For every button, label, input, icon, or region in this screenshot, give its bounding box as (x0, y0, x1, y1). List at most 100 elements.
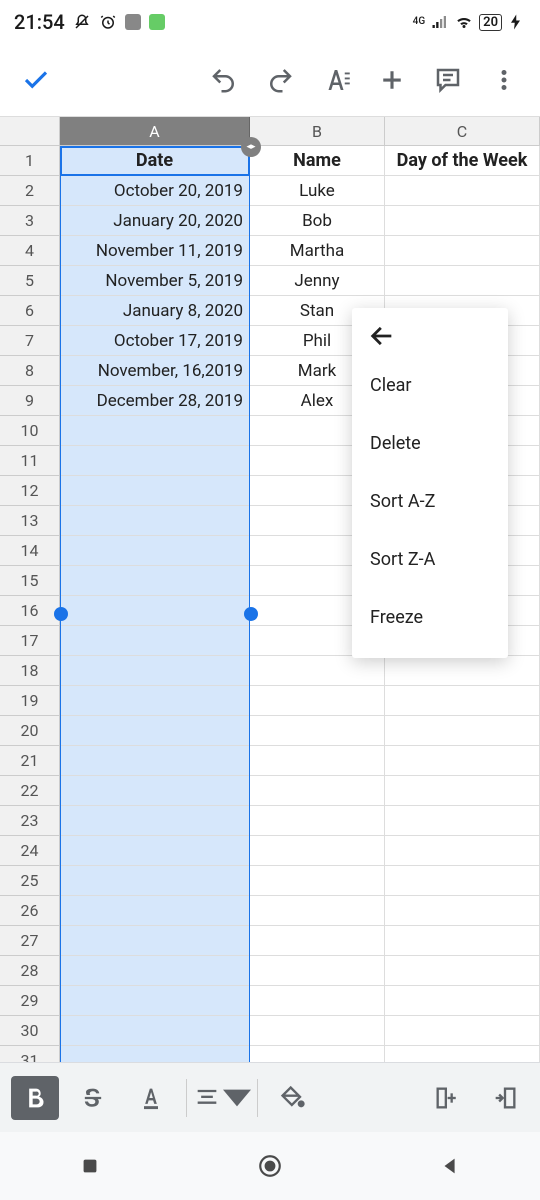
cell[interactable] (385, 1016, 540, 1046)
insert-column-button[interactable] (418, 1069, 476, 1127)
cell[interactable] (60, 1016, 250, 1046)
menu-back-button[interactable] (352, 316, 508, 356)
cell[interactable]: Day of the Week (385, 146, 540, 176)
cell[interactable] (250, 806, 385, 836)
cell[interactable] (385, 236, 540, 266)
row-header[interactable]: 5 (0, 266, 60, 296)
cell[interactable] (60, 416, 250, 446)
align-button[interactable] (193, 1069, 251, 1127)
cell[interactable] (385, 956, 540, 986)
redo-button[interactable] (252, 52, 308, 108)
row-header[interactable]: 11 (0, 446, 60, 476)
cell[interactable] (250, 1016, 385, 1046)
cell[interactable] (60, 956, 250, 986)
cell[interactable] (250, 866, 385, 896)
insert-cell-button[interactable] (476, 1069, 534, 1127)
row-header[interactable]: 23 (0, 806, 60, 836)
menu-item-clear[interactable]: Clear (352, 356, 508, 414)
row-header[interactable]: 12 (0, 476, 60, 506)
cell[interactable]: October 17, 2019 (60, 326, 250, 356)
row-header[interactable]: 24 (0, 836, 60, 866)
comment-button[interactable] (420, 52, 476, 108)
row-header[interactable]: 6 (0, 296, 60, 326)
cell[interactable] (385, 206, 540, 236)
cell[interactable] (385, 926, 540, 956)
cell[interactable] (385, 1046, 540, 1062)
cell[interactable] (385, 836, 540, 866)
cell[interactable] (250, 746, 385, 776)
cell[interactable] (60, 716, 250, 746)
cell[interactable] (60, 896, 250, 926)
cell[interactable]: Martha (250, 236, 385, 266)
cell[interactable]: Jenny (250, 266, 385, 296)
cell[interactable] (385, 656, 540, 686)
cell[interactable]: November, 16,2019 (60, 356, 250, 386)
bold-button[interactable] (11, 1076, 59, 1120)
cell[interactable] (60, 806, 250, 836)
cell[interactable]: October 20, 2019 (60, 176, 250, 206)
cell[interactable] (250, 776, 385, 806)
row-header[interactable]: 31 (0, 1046, 60, 1062)
row-header[interactable]: 30 (0, 1016, 60, 1046)
cell[interactable] (385, 776, 540, 806)
cell[interactable] (60, 536, 250, 566)
cell[interactable] (60, 746, 250, 776)
row-header[interactable]: 17 (0, 626, 60, 656)
cell[interactable]: November 11, 2019 (60, 236, 250, 266)
cell[interactable] (385, 746, 540, 776)
cell[interactable] (250, 896, 385, 926)
row-header[interactable]: 13 (0, 506, 60, 536)
cell[interactable] (385, 686, 540, 716)
strikethrough-button[interactable] (64, 1069, 122, 1127)
menu-item-freeze[interactable]: Freeze (352, 588, 508, 646)
insert-button[interactable] (364, 52, 420, 108)
cell[interactable] (60, 566, 250, 596)
cell[interactable] (250, 716, 385, 746)
cell[interactable] (60, 686, 250, 716)
spreadsheet-grid[interactable]: ABC 1DateNameDay of the Week2October 20,… (0, 116, 540, 1062)
row-header[interactable]: 20 (0, 716, 60, 746)
cell[interactable] (250, 926, 385, 956)
cell[interactable] (60, 626, 250, 656)
row-header[interactable]: 8 (0, 356, 60, 386)
cell[interactable] (60, 1046, 250, 1062)
cell[interactable] (60, 836, 250, 866)
row-header[interactable]: 19 (0, 686, 60, 716)
cell[interactable] (250, 836, 385, 866)
row-header[interactable]: 4 (0, 236, 60, 266)
cell[interactable] (250, 1046, 385, 1062)
more-button[interactable] (476, 52, 532, 108)
row-header[interactable]: 25 (0, 866, 60, 896)
cell[interactable] (250, 986, 385, 1016)
cell[interactable] (60, 926, 250, 956)
cell[interactable] (60, 476, 250, 506)
cell[interactable] (385, 716, 540, 746)
text-format-button[interactable] (308, 52, 364, 108)
row-header[interactable]: 9 (0, 386, 60, 416)
row-header[interactable]: 21 (0, 746, 60, 776)
cell[interactable] (385, 806, 540, 836)
cell[interactable] (60, 596, 250, 626)
row-header[interactable]: 10 (0, 416, 60, 446)
cell[interactable] (60, 656, 250, 686)
row-header[interactable]: 28 (0, 956, 60, 986)
cell[interactable] (60, 506, 250, 536)
row-header[interactable]: 7 (0, 326, 60, 356)
cell[interactable]: November 5, 2019 (60, 266, 250, 296)
menu-item-sort-a-z[interactable]: Sort A-Z (352, 472, 508, 530)
cell[interactable]: Luke (250, 176, 385, 206)
row-header[interactable]: 26 (0, 896, 60, 926)
cell[interactable] (60, 866, 250, 896)
cell[interactable] (60, 986, 250, 1016)
row-header[interactable]: 18 (0, 656, 60, 686)
row-header[interactable]: 29 (0, 986, 60, 1016)
undo-button[interactable] (196, 52, 252, 108)
cell[interactable] (385, 176, 540, 206)
nav-home-button[interactable] (240, 1136, 300, 1196)
cell[interactable] (385, 896, 540, 926)
row-header[interactable]: 3 (0, 206, 60, 236)
row-header[interactable]: 22 (0, 776, 60, 806)
cell[interactable]: December 28, 2019 (60, 386, 250, 416)
menu-item-sort-z-a[interactable]: Sort Z-A (352, 530, 508, 588)
column-header-A[interactable]: A (60, 117, 250, 146)
